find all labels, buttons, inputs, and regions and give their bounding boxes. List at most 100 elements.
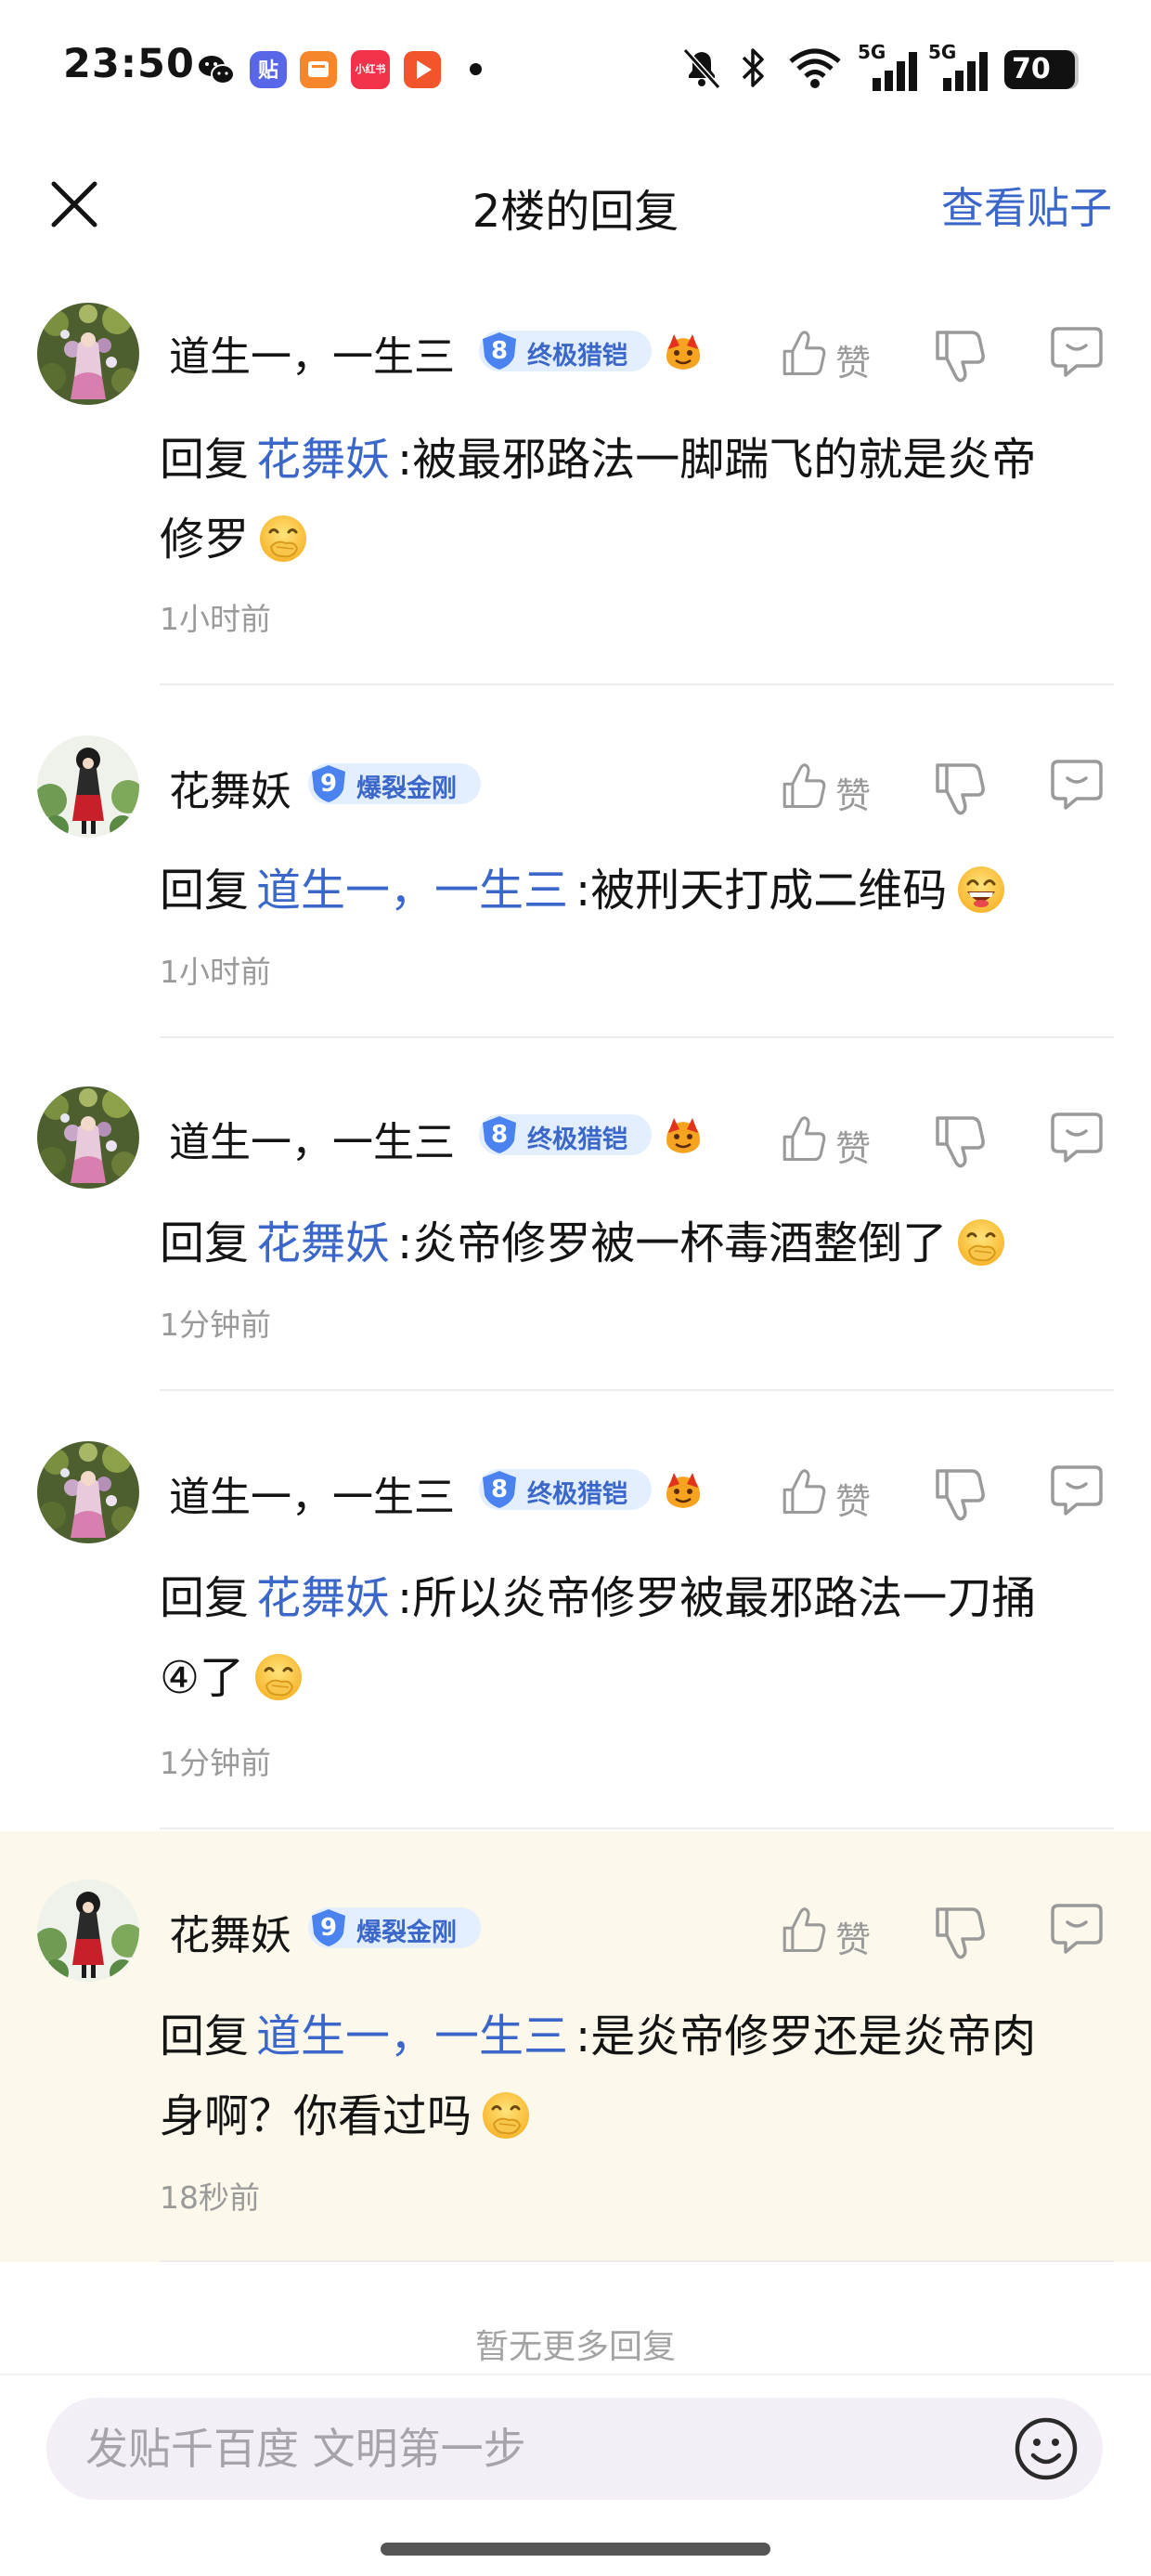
reply-prefix: 回复 bbox=[160, 434, 250, 486]
reply-bubble-icon[interactable] bbox=[1049, 321, 1105, 381]
like-label: 赞 bbox=[835, 1481, 872, 1522]
level-title: 终极猎铠 bbox=[527, 342, 627, 371]
signal-bars-icon bbox=[943, 52, 988, 91]
fan-badge-icon bbox=[661, 1467, 705, 1512]
reply-text-line2: 修罗 bbox=[160, 514, 250, 566]
reply-prefix: 回复 bbox=[160, 865, 250, 917]
level-number: 8 bbox=[490, 1121, 509, 1149]
face-with-hand-over-mouth-icon bbox=[253, 1652, 304, 1702]
grinning-face-icon bbox=[956, 865, 1006, 915]
like-button[interactable]: 赞 bbox=[780, 325, 882, 384]
reply-text-line2: 身啊？你看过吗 bbox=[160, 2090, 472, 2142]
like-button[interactable]: 赞 bbox=[780, 758, 882, 817]
level-title: 终极猎铠 bbox=[527, 1125, 627, 1154]
level-badge: 8 终极猎铠 bbox=[479, 1114, 652, 1155]
timestamp: 1小时前 bbox=[160, 954, 271, 990]
level-badge: 8 终极猎铠 bbox=[479, 331, 652, 371]
reply-item-highlighted[interactable]: 花舞妖 9 爆裂金刚 赞 回复 道生一，一生三:是炎帝修罗还是炎帝肉 身啊？你看过… bbox=[0, 1831, 1151, 2262]
bottom-bar bbox=[0, 2374, 1151, 2576]
username[interactable]: 花舞妖 bbox=[169, 1902, 291, 1961]
signal-bars-icon bbox=[873, 52, 917, 91]
fan-badge-icon bbox=[661, 329, 705, 373]
reply-prefix: 回复 bbox=[160, 2010, 250, 2062]
face-with-hand-over-mouth-icon bbox=[258, 514, 308, 564]
reply-text: :被刑天打成二维码 bbox=[576, 865, 948, 917]
timestamp: 18秒前 bbox=[160, 2179, 260, 2216]
orange-app-icon bbox=[300, 51, 337, 88]
avatar[interactable] bbox=[37, 735, 139, 838]
divider bbox=[160, 1389, 1114, 1391]
emoji-smile-icon[interactable] bbox=[1012, 2414, 1080, 2483]
bluetooth-icon bbox=[742, 48, 764, 87]
like-label: 赞 bbox=[835, 1919, 872, 1960]
reply-content[interactable]: 回复 花舞妖:被最邪路法一脚踹飞的就是炎帝 修罗 bbox=[160, 420, 1116, 579]
like-button[interactable]: 赞 bbox=[780, 1111, 882, 1170]
mention-link[interactable]: 花舞妖 bbox=[256, 1572, 390, 1624]
like-button[interactable]: 赞 bbox=[780, 1902, 882, 1961]
level-badge: 9 爆裂金刚 bbox=[308, 1907, 481, 1948]
like-button[interactable]: 赞 bbox=[780, 1464, 882, 1523]
level-number: 8 bbox=[490, 337, 509, 365]
reply-bubble-icon[interactable] bbox=[1049, 754, 1105, 813]
reply-item[interactable]: 道生一，一生三 8 终极猎铠 赞 回复 花舞妖:炎帝修罗被一杯毒酒整倒了 1分钟前 bbox=[0, 1040, 1151, 1393]
status-bar: 23:50 贴 小红书 5G 5G 70 bbox=[0, 0, 1151, 139]
username[interactable]: 道生一，一生三 bbox=[169, 323, 455, 383]
reply-item[interactable]: 道生一，一生三 8 终极猎铠 赞 回复 花舞妖:所以炎帝修罗被最邪路法一刀捅 ④了… bbox=[0, 1393, 1151, 1831]
status-time: 23:50 bbox=[63, 41, 195, 87]
thumbs-up-icon bbox=[780, 758, 828, 813]
thumbs-down-icon[interactable] bbox=[932, 758, 988, 817]
reply-bubble-icon[interactable] bbox=[1049, 1107, 1105, 1166]
level-badge: 8 终极猎铠 bbox=[479, 1469, 652, 1510]
reply-content[interactable]: 回复 道生一，一生三:被刑天打成二维码 bbox=[160, 851, 1116, 930]
home-indicator[interactable] bbox=[381, 2543, 770, 2556]
comment-input[interactable] bbox=[46, 2398, 1103, 2500]
svg-text:贴: 贴 bbox=[258, 59, 278, 82]
avatar[interactable] bbox=[37, 1880, 139, 1982]
reply-content[interactable]: 回复 道生一，一生三:是炎帝修罗还是炎帝肉 身啊？你看过吗 bbox=[160, 1997, 1116, 2156]
reply-text-line2: ④了 bbox=[160, 1652, 245, 1704]
mention-link[interactable]: 花舞妖 bbox=[256, 434, 390, 486]
reply-bubble-icon[interactable] bbox=[1049, 1898, 1105, 1958]
username[interactable]: 道生一，一生三 bbox=[169, 1464, 455, 1523]
level-title: 爆裂金刚 bbox=[356, 774, 457, 803]
level-number: 8 bbox=[490, 1476, 509, 1503]
avatar[interactable] bbox=[37, 303, 139, 405]
reply-prefix: 回复 bbox=[160, 1572, 250, 1624]
more-notifications-dot bbox=[470, 63, 482, 75]
mention-link[interactable]: 道生一，一生三 bbox=[256, 865, 568, 917]
mention-link[interactable]: 花舞妖 bbox=[256, 1217, 390, 1269]
like-label: 赞 bbox=[835, 775, 872, 816]
thumbs-up-icon bbox=[780, 1902, 828, 1958]
thumbs-down-icon[interactable] bbox=[932, 1464, 988, 1523]
mention-link[interactable]: 道生一，一生三 bbox=[256, 2010, 568, 2062]
reply-prefix: 回复 bbox=[160, 1217, 250, 1269]
username[interactable]: 道生一，一生三 bbox=[169, 1109, 455, 1168]
avatar[interactable] bbox=[37, 1441, 139, 1543]
reply-text: :炎帝修罗被一杯毒酒整倒了 bbox=[397, 1217, 948, 1269]
reply-content[interactable]: 回复 花舞妖:所以炎帝修罗被最邪路法一刀捅 ④了 bbox=[160, 1558, 1116, 1718]
reply-item[interactable]: 花舞妖 9 爆裂金刚 赞 回复 道生一，一生三:被刑天打成二维码 1小时前 bbox=[0, 687, 1151, 1040]
avatar[interactable] bbox=[37, 1086, 139, 1189]
tieba-icon: 贴 bbox=[250, 51, 287, 88]
reply-text: :是炎帝修罗还是炎帝肉 bbox=[576, 2010, 1037, 2062]
mute-bell-icon bbox=[682, 47, 721, 90]
reply-content[interactable]: 回复 花舞妖:炎帝修罗被一杯毒酒整倒了 bbox=[160, 1203, 1116, 1283]
reply-text: :被最邪路法一脚踹飞的就是炎帝 bbox=[397, 434, 1037, 486]
thumbs-down-icon[interactable] bbox=[932, 1111, 988, 1170]
reply-item[interactable]: 道生一，一生三 8 终极猎铠 赞 回复 花舞妖:被最邪路法一脚踹飞的就是炎帝 修罗… bbox=[0, 279, 1151, 687]
divider bbox=[160, 1828, 1114, 1829]
view-post-link[interactable]: 查看贴子 bbox=[941, 175, 1112, 236]
thumbs-down-icon[interactable] bbox=[932, 325, 988, 384]
timestamp: 1分钟前 bbox=[160, 1745, 271, 1781]
username[interactable]: 花舞妖 bbox=[169, 758, 291, 817]
like-label: 赞 bbox=[835, 343, 872, 384]
level-number: 9 bbox=[319, 1914, 338, 1942]
thumbs-up-icon bbox=[780, 325, 828, 381]
thumbs-up-icon bbox=[780, 1111, 828, 1166]
level-title: 终极猎铠 bbox=[527, 1480, 627, 1509]
thumbs-down-icon[interactable] bbox=[932, 1902, 988, 1961]
reply-bubble-icon[interactable] bbox=[1049, 1460, 1105, 1519]
level-badge: 9 爆裂金刚 bbox=[308, 763, 481, 804]
wechat-icon bbox=[199, 56, 235, 85]
reply-text: :所以炎帝修罗被最邪路法一刀捅 bbox=[397, 1572, 1037, 1624]
